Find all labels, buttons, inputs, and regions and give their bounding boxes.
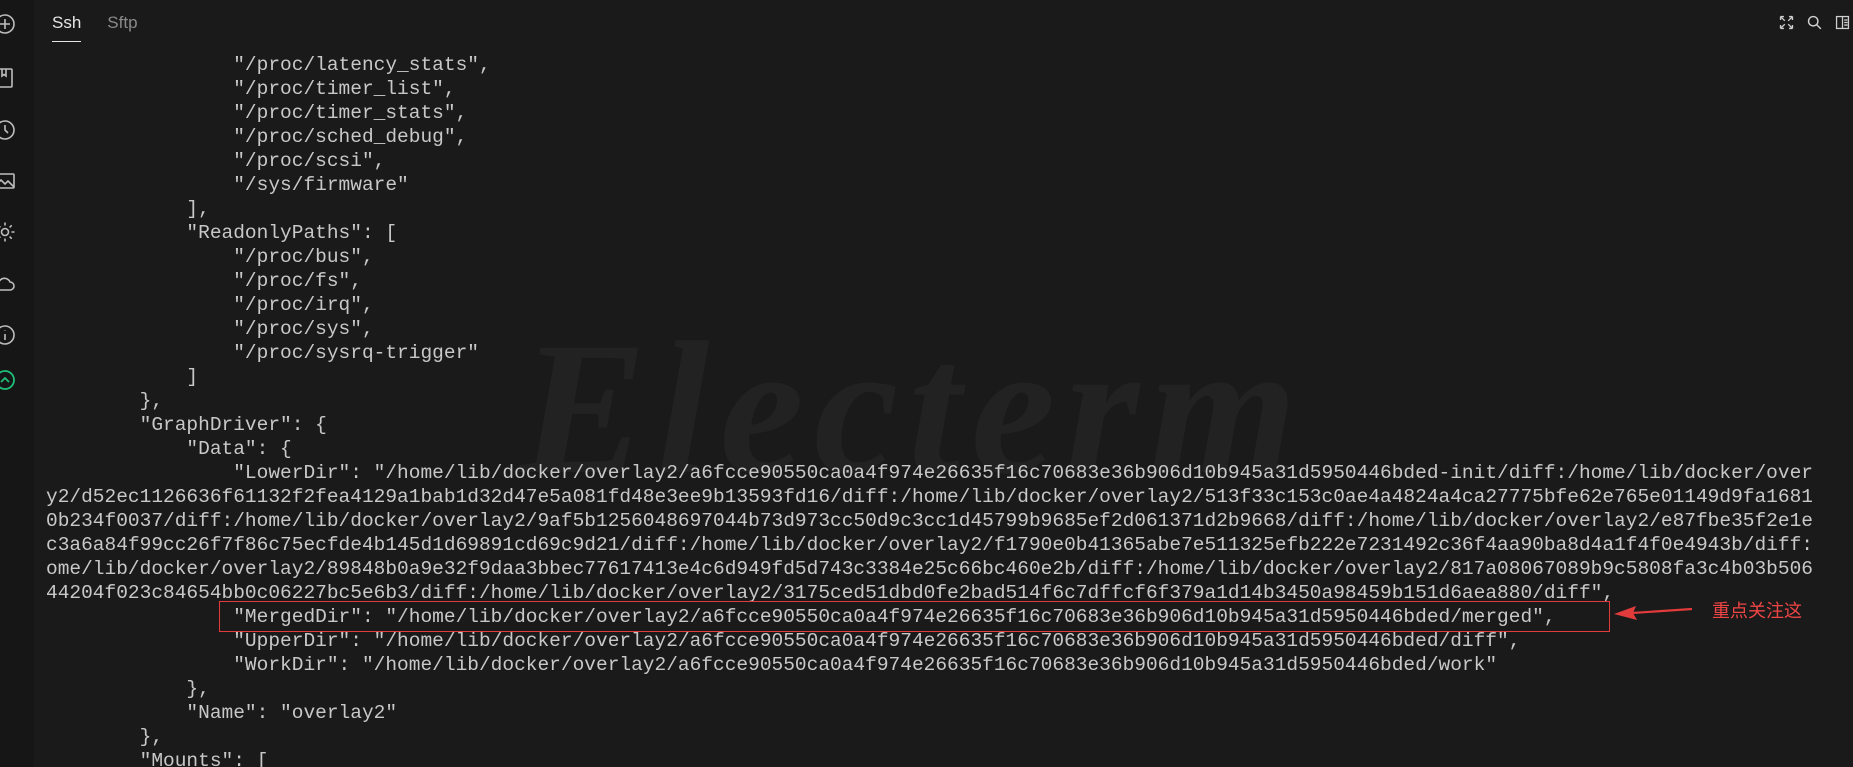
terminal-toolbar (1775, 12, 1853, 32)
settings-icon[interactable] (0, 217, 20, 247)
sidebar-rail (0, 0, 34, 767)
terminal-line: "/proc/bus", (46, 246, 374, 268)
arrow-icon (1614, 606, 1693, 620)
terminal-line: "/proc/latency_stats", (46, 54, 491, 76)
terminal-line: "GraphDriver": { (46, 414, 327, 436)
terminal-line: "UpperDir": "/home/lib/docker/overlay2/a… (46, 630, 1521, 652)
terminal-line: "/proc/sched_debug", (46, 126, 468, 148)
terminal-line: ] (46, 366, 199, 388)
terminal-output[interactable]: "/proc/latency_stats", "/proc/timer_list… (46, 53, 1853, 767)
image-icon[interactable] (0, 166, 20, 196)
terminal-line: y2/d52ec1126636f61132f2fea4129a1bab1d32d… (46, 486, 1813, 508)
terminal-line: "ReadonlyPaths": [ (46, 222, 398, 244)
cloud-icon[interactable] (0, 269, 20, 299)
terminal-line: "/proc/scsi", (46, 150, 386, 172)
split-icon[interactable] (1831, 12, 1853, 32)
bookmark-icon[interactable] (0, 63, 20, 93)
terminal-line: "/proc/timer_list", (46, 78, 456, 100)
terminal-line: "/proc/irq", (46, 294, 374, 316)
terminal-line: "/proc/fs", (46, 270, 362, 292)
terminal-line: "WorkDir": "/home/lib/docker/overlay2/a6… (46, 654, 1498, 676)
terminal-line: c3a6a84f99cc26f7f86c75ecfde4b145d1d69891… (46, 534, 1813, 556)
history-icon[interactable] (0, 115, 20, 145)
annotation-label: 重点关注这 (1712, 601, 1802, 622)
terminal-line: }, (46, 390, 164, 412)
add-icon[interactable] (0, 9, 20, 39)
terminal-line: "LowerDir": "/home/lib/docker/overlay2/a… (46, 462, 1813, 484)
tab-sftp[interactable]: Sftp (107, 10, 137, 42)
terminal-line: "Name": "overlay2" (46, 702, 398, 724)
fullscreen-icon[interactable] (1775, 12, 1797, 32)
terminal-line: "Data": { (46, 438, 292, 460)
highlight-box (219, 601, 1610, 632)
terminal-line: "/proc/timer_stats", (46, 102, 468, 124)
terminal-line: "/proc/sys", (46, 318, 374, 340)
search-icon[interactable] (1803, 12, 1825, 32)
tab-ssh[interactable]: Ssh (52, 10, 82, 42)
terminal-line: ome/lib/docker/overlay2/89848b0a9e32f9da… (46, 558, 1813, 580)
info-icon[interactable] (0, 320, 20, 350)
terminal-line: }, (46, 726, 164, 748)
terminal-line: "/proc/sysrq-trigger" (46, 342, 479, 364)
tab-bar: Ssh Sftp (52, 10, 138, 42)
connection-status-icon[interactable] (0, 365, 20, 395)
terminal-line: "Mounts": [ (46, 750, 269, 767)
terminal-line: 0b234f0037/diff:/home/lib/docker/overlay… (46, 510, 1813, 532)
terminal-line: ], (46, 198, 210, 220)
terminal-line: }, (46, 678, 210, 700)
terminal-line: "/sys/firmware" (46, 174, 409, 196)
